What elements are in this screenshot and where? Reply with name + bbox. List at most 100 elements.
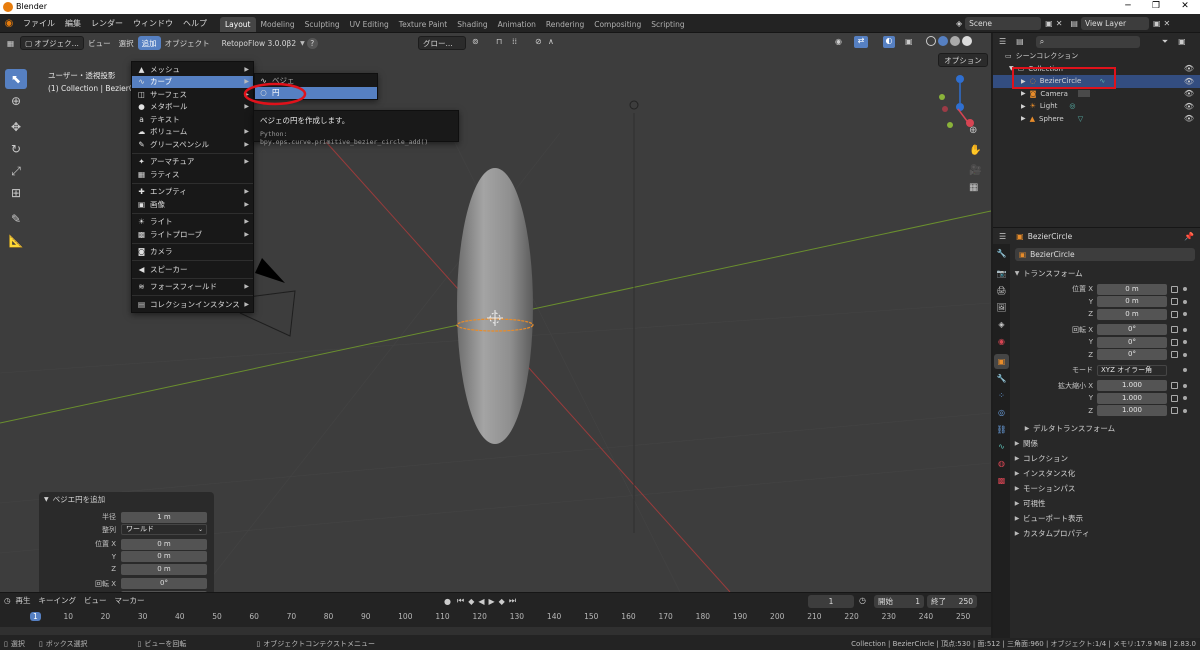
properties-panel-header[interactable]: ▶ ビューポート表示 [1011,511,1200,526]
workspace-tab-modeling[interactable]: Modeling [256,17,300,32]
add-menu-item[interactable]: ✎ グリースペンシル ▶ [132,138,253,151]
location-y-field[interactable]: 0 m [121,551,207,563]
data-tab-icon[interactable]: ∿ [994,439,1009,454]
scale-y-field[interactable]: 1.000 [1097,392,1167,404]
rotation-x-field[interactable]: 0° [1097,324,1167,336]
measure-tool-icon[interactable]: 📐 [5,231,27,251]
location-y-field[interactable]: 0 m [1097,296,1167,308]
workspace-tab-texture-paint[interactable]: Texture Paint [394,17,452,32]
beziercircle-visibility-icon[interactable]: 👁 [1184,77,1194,86]
next-key-icon[interactable]: ◆ [499,597,505,606]
select-tool-icon[interactable]: ⬉ [5,69,27,89]
add-menu-item[interactable]: ▲ メッシュ ▶ [132,63,253,76]
radius-field[interactable]: 1 m [121,511,207,523]
world-tab-icon[interactable]: ◉ [994,334,1009,349]
expand-arrow-icon[interactable]: ▶ [1021,90,1026,97]
workspace-tab-sculpting[interactable]: Sculpting [300,17,345,32]
render-tab-icon[interactable]: 📷 [994,266,1009,281]
play-icon[interactable]: ▶ [489,597,495,606]
new-view-layer-icon[interactable]: ▣ [1153,19,1161,28]
properties-panel-header[interactable]: ▶ インスタンス化 [1011,466,1200,481]
light-object[interactable] [629,100,639,110]
maximize-button[interactable]: ❐ [1148,1,1164,13]
menu-render[interactable]: レンダー [86,14,128,33]
rotation-z-field[interactable]: 0° [1097,349,1167,361]
align-dropdown[interactable]: ワールド ⌄ [121,524,207,536]
constraints-tab-icon[interactable]: ⛓ [994,422,1009,437]
workspace-tab-shading[interactable]: Shading [452,17,492,32]
delete-view-layer-icon[interactable]: ✕ [1164,19,1171,28]
add-menu-item[interactable]: ✚ エンプティ ▶ [132,186,253,199]
menu-window[interactable]: ウィンドウ [128,14,178,33]
delta-transform-header[interactable]: ▶ デルタトランスフォーム [1011,421,1200,436]
keyframe-dot-icon[interactable] [1183,352,1187,357]
properties-panel-header[interactable]: ▶ 関係 [1011,436,1200,451]
modifier-tab-icon[interactable]: 🔧 [994,371,1009,386]
properties-panel-header[interactable]: ▶ モーションパス [1011,481,1200,496]
add-menu-item[interactable]: ☀ ライト ▶ [132,216,253,229]
add-menu-item[interactable]: ◀ スピーカー [132,263,253,276]
menu-marker[interactable]: マーカー [115,595,145,606]
help-button[interactable]: ? [306,37,318,49]
properties-panel-header[interactable]: ▶ 可視性 [1011,496,1200,511]
texture-tab-icon[interactable]: ▩ [994,473,1009,488]
transform-panel-header[interactable]: ▼ トランスフォーム [1011,266,1200,281]
viewport-nav-buttons[interactable]: ⊕ ✋ 🎥 ▦ [969,125,981,193]
scale-z-field[interactable]: 1.000 [1097,405,1167,417]
annotate-tool-icon[interactable]: ✎ [5,209,27,229]
panel-title-row[interactable]: ▼ ベジエ円を追加 [39,492,214,507]
particles-tab-icon[interactable]: ⁘ [994,388,1009,403]
prev-key-icon[interactable]: ◆ [468,597,474,606]
keyframe-dot-icon[interactable] [1183,383,1187,388]
output-tab-icon[interactable]: 🖨 [994,283,1009,298]
add-menu-item[interactable]: ▩ ライトプローブ ▶ [132,228,253,241]
workspace-tab-rendering[interactable]: Rendering [541,17,589,32]
menu-edit[interactable]: 編集 [60,14,86,33]
rendered-shading-icon[interactable] [962,36,972,46]
material-tab-icon[interactable]: ◍ [994,456,1009,471]
scene-selector[interactable]: Scene [965,17,1042,30]
location-z-field[interactable]: 0 m [1097,308,1167,320]
minimize-button[interactable]: ─ [1120,1,1136,13]
add-menu-item[interactable]: ◫ サーフェス ▶ [132,88,253,101]
menu-view[interactable]: ビュー [84,36,115,50]
keyframe-dot-icon[interactable] [1183,340,1187,345]
new-collection-icon[interactable]: ▣ [1178,37,1186,46]
view-layer-selector[interactable]: View Layer [1080,17,1149,30]
menu-keying[interactable]: キーイング [39,595,77,606]
keyframe-dot-icon[interactable] [1183,396,1187,401]
camera-triangle[interactable] [255,258,285,283]
scale-x-field[interactable]: 1.000 [1097,380,1167,392]
delete-scene-icon[interactable]: ✕ [1056,19,1063,28]
outliner-row-light[interactable]: ▶ ☀ Light ◎ 👁 [993,100,1200,113]
keyframe-dot-icon[interactable] [1183,368,1187,373]
wireframe-shading-icon[interactable] [926,36,936,46]
collection-visibility-icon[interactable]: 👁 [1184,64,1194,73]
lock-icon[interactable] [1171,338,1178,346]
display-mode-icon[interactable]: ▤ [1016,37,1024,46]
object-tab-icon[interactable]: ▣ [994,354,1009,369]
location-z-field[interactable]: 0 m [121,563,207,575]
add-menu-item[interactable]: ▦ ラティス [132,168,253,181]
gizmo-toggle-icon[interactable]: ⇄ [854,36,868,48]
keyframe-dot-icon[interactable] [1183,408,1187,413]
add-menu-item[interactable]: ☁ ボリューム ▶ [132,126,253,139]
add-menu-item[interactable]: a テキスト [132,113,253,126]
end-frame-field[interactable]: 終了 250 [927,595,977,608]
menu-select[interactable]: 選択 [115,36,138,50]
keyframe-dot-icon[interactable] [1183,312,1187,317]
add-menu-item[interactable]: ◙ カメラ [132,246,253,259]
workspace-tab-animation[interactable]: Animation [493,17,541,32]
outliner-row-sphere[interactable]: ▶ ▲ Sphere ▽ 👁 [993,113,1200,126]
lock-icon[interactable] [1171,285,1178,293]
workspace-tab-compositing[interactable]: Compositing [589,17,646,32]
pivot-point-icon[interactable]: ⊚ [472,37,479,46]
visibility-icon[interactable]: ◉ [835,37,842,46]
snap-target-icon[interactable]: ⁞⁞ [512,37,517,46]
outliner-row-camera[interactable]: ▶ ◙ Camera 👁 [993,88,1200,101]
properties-panel-header[interactable]: ▶ カスタムプロパティ [1011,526,1200,541]
lock-icon[interactable] [1171,394,1178,402]
play-reverse-icon[interactable]: ◀ [478,597,484,606]
keyframe-dot-icon[interactable] [1183,287,1187,292]
options-dropdown[interactable]: オプション [938,53,988,67]
